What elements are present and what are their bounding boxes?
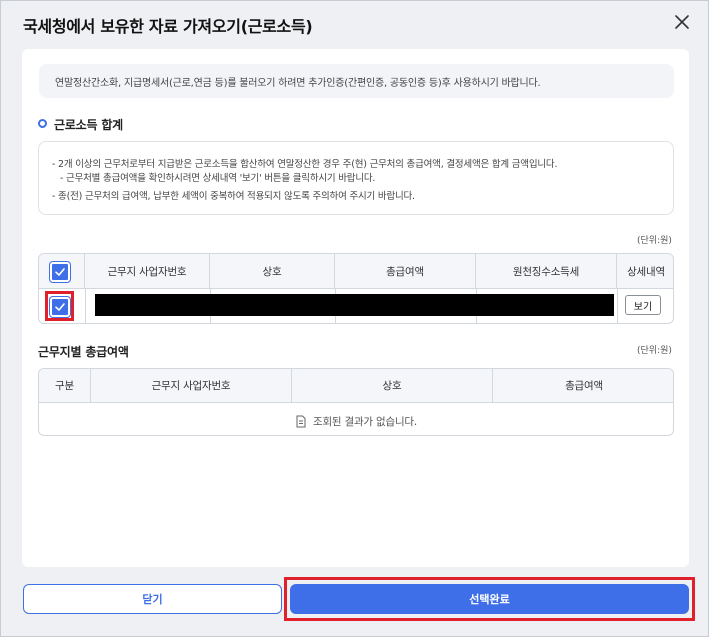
guide-box: - 2개 이상의 근무처로부터 지급받은 근로소득을 합산하여 연말정산한 경우… xyxy=(38,141,674,215)
close-button[interactable]: 닫기 xyxy=(23,584,282,614)
column-header: 상호 xyxy=(210,254,335,288)
row-checkbox[interactable] xyxy=(50,297,70,317)
guide-line: - 근무처별 총급여액을 확인하시려면 상세내역 '보기' 버튼을 클릭하시기 … xyxy=(60,173,376,184)
column-header: 구분 xyxy=(39,369,91,402)
view-detail-button[interactable]: 보기 xyxy=(625,295,661,315)
section-title-by-workplace: 근무지별 총급여액 xyxy=(38,345,129,359)
column-header: 총급여액 xyxy=(335,254,476,288)
auth-notice: 연말정산간소화, 지급명세서(근로,연금 등)를 불러오기 하려면 추가인증(간… xyxy=(39,64,674,98)
workplace-income-table: 구분 근무지 사업자번호 상호 총급여액 조회된 결과가 없습니다. xyxy=(38,368,674,436)
redacted-row-data xyxy=(95,294,614,316)
column-header: 근무지 사업자번호 xyxy=(91,369,292,402)
section-title-income-total: 근로소득 합계 xyxy=(54,118,124,132)
check-icon xyxy=(55,303,65,311)
table-header: 근무지 사업자번호 상호 총급여액 원천징수소득세 상세내역 xyxy=(39,254,673,289)
select-all-checkbox[interactable] xyxy=(50,262,70,282)
empty-result: 조회된 결과가 없습니다. xyxy=(39,405,673,435)
section-bullet-icon xyxy=(38,119,47,128)
unit-label: (단위:원) xyxy=(637,346,672,356)
dialog-content: 연말정산간소화, 지급명세서(근로,연금 등)를 불러오기 하려면 추가인증(간… xyxy=(22,49,689,567)
column-header: 원천징수소득세 xyxy=(476,254,617,288)
column-header: 상호 xyxy=(292,369,493,402)
column-header: 근무지 사업자번호 xyxy=(85,254,210,288)
close-icon[interactable] xyxy=(670,10,694,34)
confirm-selection-button[interactable]: 선택완료 xyxy=(290,584,689,614)
guide-line: - 종(전) 근무처의 급여액, 납부한 세액이 중복하여 적용되지 않도록 주… xyxy=(52,191,415,202)
unit-label: (단위:원) xyxy=(637,236,672,246)
guide-line: - 2개 이상의 근무처로부터 지급받은 근로소득을 합산하여 연말정산한 경우… xyxy=(52,159,558,170)
dialog-title: 국세청에서 보유한 자료 가져오기(근로소득) xyxy=(23,17,313,36)
empty-message: 조회된 결과가 없습니다. xyxy=(312,415,417,428)
dialog-header: 국세청에서 보유한 자료 가져오기(근로소득) xyxy=(1,1,708,47)
document-icon xyxy=(296,415,306,427)
import-dialog: 국세청에서 보유한 자료 가져오기(근로소득) 연말정산간소화, 지급명세서(근… xyxy=(0,0,709,637)
column-header: 상세내역 xyxy=(627,265,665,278)
check-icon xyxy=(55,268,65,276)
column-header: 총급여액 xyxy=(565,380,603,392)
table-header: 구분 근무지 사업자번호 상호 총급여액 xyxy=(39,369,673,403)
